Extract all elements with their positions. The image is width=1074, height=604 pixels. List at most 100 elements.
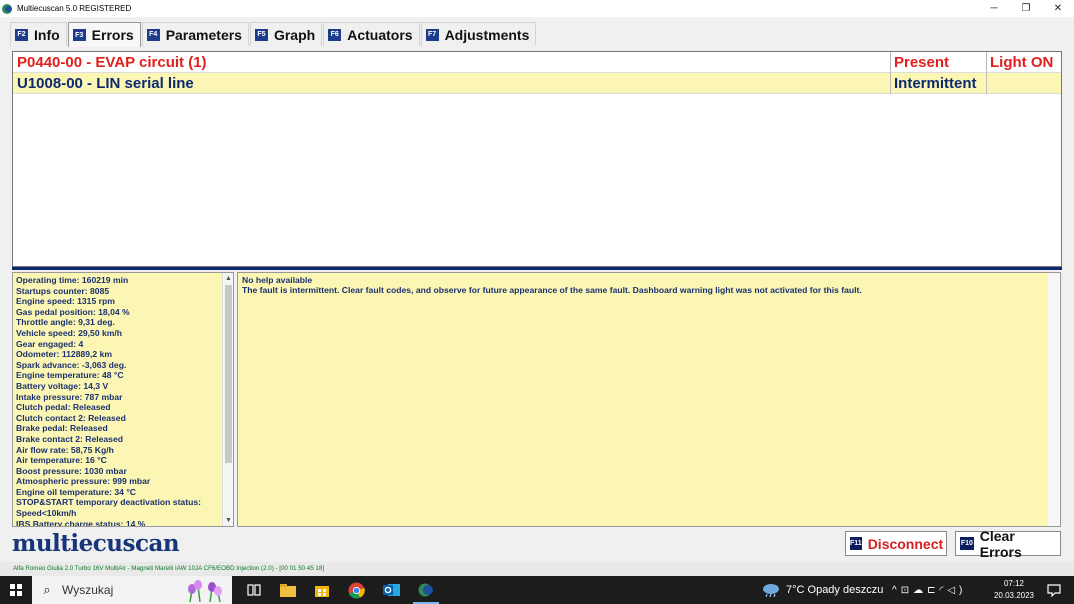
parameter-item: Brake contact 2: Released [16, 433, 123, 444]
scroll-down-icon[interactable]: ▼ [223, 515, 233, 526]
error-light-status: Light ON [990, 53, 1054, 71]
system-tray-icons[interactable]: ^ ⊡☁⊏ ◜ ◁) [892, 576, 966, 604]
f4-key-icon: F4 [146, 28, 160, 41]
disconnect-button[interactable]: F11 Disconnect [845, 531, 947, 556]
clock-date: 20.03.2023 [993, 591, 1035, 600]
f11-key-icon: F11 [850, 537, 862, 550]
tab-graph[interactable]: F5 Graph [249, 22, 323, 46]
error-row[interactable]: U1008-00 - LIN serial line Intermittent [13, 73, 1061, 94]
tab-adjustments[interactable]: F7 Adjustments [420, 22, 537, 46]
tray-chevron-icon[interactable]: ^ [892, 585, 901, 596]
parameter-item: Vehicle speed: 29,50 km/h [16, 327, 123, 338]
app-window: Multiecuscan 5.0 REGISTERED ─ ❐ ✕ F2 Inf… [0, 0, 1074, 604]
clear-errors-label: Clear Errors [979, 527, 1022, 560]
multiecuscan-taskbar-icon[interactable] [413, 580, 439, 604]
parameter-item: STOP&START temporary deactivation status… [16, 497, 201, 508]
notifications-icon[interactable] [1044, 580, 1064, 600]
help-text: The fault is intermittent. Clear fault c… [242, 285, 862, 295]
taskbar: ⌕ Wyszukaj 7°C Opady deszczu ^ ⊡☁⊏ ◜ ◁) … [0, 576, 1074, 604]
tab-label: Parameters [165, 26, 242, 43]
clear-errors-button[interactable]: F10 Clear Errors [955, 528, 1061, 560]
taskbar-clock[interactable]: 07:12 20.03.2023 [992, 578, 1036, 602]
start-button[interactable] [0, 576, 32, 604]
help-panel: No help available The fault is intermitt… [237, 272, 1061, 527]
window-title: Multiecuscan 5.0 REGISTERED [17, 4, 132, 13]
parameter-item: Gear engaged: 4 [16, 338, 84, 349]
parameter-item: Speed<10km/h [16, 508, 77, 519]
multiecuscan-logo: multiecuscan [12, 530, 180, 557]
column-divider [890, 73, 891, 94]
parameter-item: Gas pedal position: 18,04 % [16, 306, 130, 317]
f7-key-icon: F7 [425, 28, 439, 41]
title-bar: Multiecuscan 5.0 REGISTERED ─ ❐ ✕ [0, 0, 1074, 17]
tab-label: Graph [273, 26, 316, 43]
parameters-scrollbar[interactable]: ▲ ▼ [222, 273, 233, 526]
column-divider [986, 73, 987, 94]
parameter-item: Air temperature: 16 °C [16, 455, 107, 466]
f6-key-icon: F6 [328, 28, 342, 41]
parameter-item: Operating time: 160219 min [16, 275, 129, 285]
parameter-item: Brake pedal: Released [16, 423, 108, 434]
close-button[interactable]: ✕ [1042, 0, 1074, 17]
windows-icon [10, 584, 22, 596]
scroll-thumb[interactable] [225, 285, 232, 463]
minimize-button[interactable]: ─ [978, 0, 1010, 17]
flowers-icon [188, 580, 222, 602]
search-icon: ⌕ [43, 582, 51, 597]
volume-icon[interactable]: ◁) [947, 585, 966, 596]
parameter-item: Boost pressure: 1030 mbar [16, 465, 127, 476]
parameter-item: Startups counter: 8085 [16, 285, 110, 296]
error-state: Intermittent [894, 74, 977, 92]
help-scrollbar[interactable] [1048, 273, 1060, 526]
tab-label: Adjustments [444, 26, 530, 43]
tab-actuators[interactable]: F6 Actuators [323, 22, 420, 46]
chrome-icon[interactable] [346, 580, 366, 600]
weather-text: 7°C Opady deszczu [786, 584, 884, 596]
tab-label: Info [34, 26, 60, 43]
maximize-button[interactable]: ❐ [1010, 0, 1042, 17]
help-title: No help available [242, 275, 313, 285]
f2-key-icon: F2 [15, 28, 28, 41]
error-row[interactable]: P0440-00 - EVAP circuit (1) Present Ligh… [13, 52, 1061, 73]
parameter-item: Battery voltage: 14,3 V [16, 380, 109, 391]
parameter-item: Odometer: 112889,2 km [16, 349, 113, 360]
error-list: P0440-00 - EVAP circuit (1) Present Ligh… [12, 51, 1062, 267]
parameter-item: Engine temperature: 48 °C [16, 370, 124, 381]
error-code: P0440-00 - EVAP circuit (1) [17, 53, 207, 71]
tab-info[interactable]: F2 Info [10, 22, 67, 46]
weather-widget[interactable]: 7°C Opady deszczu [762, 576, 883, 604]
disconnect-label: Disconnect [867, 535, 944, 552]
tray-app-icons: ⊡☁⊏ [900, 584, 940, 596]
tab-label: Errors [91, 27, 134, 43]
splitter[interactable] [12, 267, 1062, 270]
task-view-icon[interactable] [244, 580, 264, 600]
app-logo-icon [2, 3, 14, 15]
search-placeholder: Wyszukaj [62, 583, 114, 597]
f3-key-icon: F3 [72, 29, 86, 41]
wifi-icon[interactable]: ◜ [939, 585, 947, 596]
parameter-item: Clutch contact 2: Released [16, 412, 126, 423]
tab-errors[interactable]: F3 Errors [67, 22, 141, 47]
parameter-item: Throttle angle: 9,31 deg. [16, 317, 115, 328]
f10-key-icon: F10 [960, 537, 974, 550]
parameter-item: IBS Battery charge status: 14 % [16, 518, 146, 527]
error-state: Present [894, 53, 950, 71]
file-explorer-icon[interactable] [278, 580, 298, 600]
vehicle-status-line: Alfa Romeo Giulia 2.0 Turbo 16V MultiAir… [0, 562, 1074, 576]
tab-parameters[interactable]: F4 Parameters [141, 22, 249, 46]
outlook-icon[interactable] [381, 580, 401, 600]
clock-time: 07:12 [1003, 579, 1025, 588]
store-icon[interactable] [312, 580, 332, 600]
parameter-item: Engine oil temperature: 34 °C [16, 486, 136, 497]
parameter-item: Engine speed: 1315 rpm [16, 296, 115, 307]
scroll-up-icon[interactable]: ▲ [223, 273, 233, 284]
parameters-list: Operating time: 160219 min Startups coun… [16, 275, 222, 527]
parameter-item: Intake pressure: 787 mbar [16, 391, 123, 402]
parameter-item: Spark advance: -3,063 deg. [16, 359, 127, 370]
parameter-item: Air flow rate: 58,75 Kg/h [16, 444, 114, 455]
rain-cloud-icon [763, 584, 779, 597]
tab-bar: F2 Info F3 Errors F4 Parameters F5 Graph… [10, 22, 537, 47]
f5-key-icon: F5 [254, 28, 268, 41]
taskbar-search[interactable]: ⌕ Wyszukaj [32, 576, 232, 604]
column-divider [890, 52, 891, 73]
